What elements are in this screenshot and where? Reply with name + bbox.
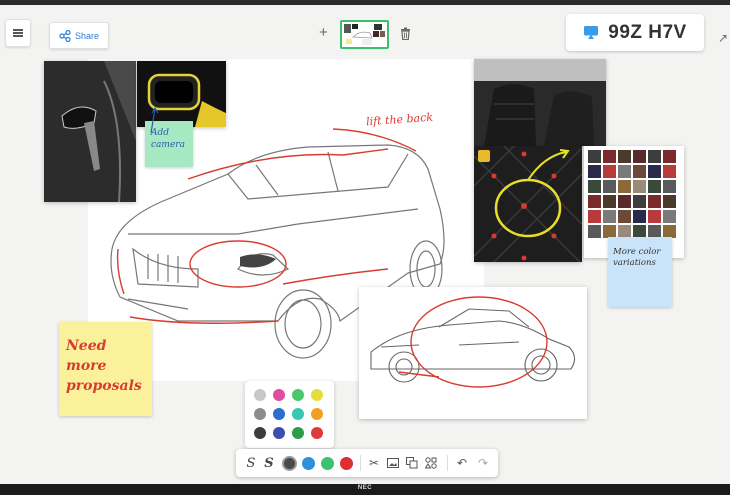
- photo-quilted-leather[interactable]: [474, 146, 582, 262]
- toolbar-divider: [447, 455, 448, 471]
- color-swatch-tile: [603, 165, 616, 178]
- palette-swatch[interactable]: [254, 408, 266, 420]
- color-swatch-tile: [603, 210, 616, 223]
- color-swatch-tile: [648, 195, 661, 208]
- share-icon: [59, 29, 71, 42]
- color-swatch-tile: [633, 150, 646, 163]
- add-page-button[interactable]: +: [319, 24, 328, 41]
- cast-screen-icon: [584, 26, 599, 39]
- color-swatch-tile: [603, 195, 616, 208]
- color-swatch-tile: [663, 195, 676, 208]
- palette-swatch[interactable]: [311, 408, 323, 420]
- color-swatch-tile: [648, 150, 661, 163]
- color-swatch-tile: [663, 180, 676, 193]
- sports-car-sketch[interactable]: [359, 287, 587, 419]
- menu-button[interactable]: [5, 19, 31, 47]
- undo-icon[interactable]: ↶: [455, 455, 469, 471]
- palette-swatch[interactable]: [292, 408, 304, 420]
- hamburger-menu-icon: [13, 29, 23, 37]
- copy-icon[interactable]: [405, 455, 419, 471]
- color-swatch-tile: [588, 195, 601, 208]
- arrow-out-icon[interactable]: ↗: [718, 31, 728, 45]
- brand-logo: NEC: [357, 485, 373, 491]
- color-swatch-tile: [663, 210, 676, 223]
- photo-car-interior[interactable]: [474, 59, 606, 146]
- palette-swatch[interactable]: [292, 389, 304, 401]
- palette-swatch[interactable]: [273, 389, 285, 401]
- palette-swatch[interactable]: [254, 427, 266, 439]
- toolbar-divider: [360, 455, 361, 471]
- color-swatch-tile: [648, 180, 661, 193]
- palette-swatch[interactable]: [273, 408, 285, 420]
- pen-color-red[interactable]: [338, 455, 354, 471]
- color-swatch-tile: [663, 150, 676, 163]
- photo-quilted-leather-image: [474, 146, 582, 262]
- photo-side-mirror-image: [44, 61, 136, 202]
- color-swatch-tile: [588, 180, 601, 193]
- palette-swatch[interactable]: [311, 427, 323, 439]
- highlighter-icon[interactable]: S: [262, 455, 276, 471]
- page-thumbnail-selected[interactable]: [340, 20, 389, 49]
- pen-icon[interactable]: S: [244, 455, 258, 471]
- scissors-icon[interactable]: ✂: [367, 455, 381, 471]
- arrow-connector: [150, 106, 159, 134]
- pen-color-blue[interactable]: [300, 455, 316, 471]
- connection-code-box: 99Z H7V: [566, 14, 704, 51]
- color-swatch-tile: [603, 150, 616, 163]
- color-swatch-tile: [648, 165, 661, 178]
- share-label: Share: [74, 30, 100, 41]
- share-button[interactable]: Share: [49, 22, 109, 49]
- color-swatch-tile: [588, 150, 601, 163]
- note-need-more[interactable]: Need more proposals: [59, 322, 152, 416]
- note-need-more-text: Need more proposals: [66, 338, 142, 394]
- color-swatch-tile: [618, 210, 631, 223]
- image-icon[interactable]: [386, 455, 400, 471]
- connection-code: 99Z H7V: [608, 21, 687, 43]
- shapes-icon[interactable]: [424, 455, 438, 471]
- note-more-color[interactable]: More color variations: [608, 237, 672, 307]
- palette-swatch[interactable]: [254, 389, 266, 401]
- photo-car-interior-image: [474, 59, 606, 146]
- palette-swatch[interactable]: [292, 427, 304, 439]
- color-swatch-tile: [633, 195, 646, 208]
- pen-color-dark[interactable]: [280, 455, 298, 471]
- redo-icon[interactable]: ↷: [476, 455, 490, 471]
- color-swatch-tile: [633, 210, 646, 223]
- color-swatch-tile: [618, 150, 631, 163]
- color-swatch-tile: [648, 210, 661, 223]
- photo-side-mirror[interactable]: [44, 61, 136, 202]
- palette-swatch[interactable]: [273, 427, 285, 439]
- pen-color-green[interactable]: [319, 455, 335, 471]
- color-swatch-tile: [663, 165, 676, 178]
- color-swatch-tile: [603, 180, 616, 193]
- color-swatch-tile: [588, 210, 601, 223]
- drawing-toolbar: S S ✂ ↶ ↷: [236, 449, 498, 477]
- color-swatch-tile: [633, 165, 646, 178]
- color-palette-popup: [245, 381, 334, 448]
- color-swatch-tile: [633, 180, 646, 193]
- whiteboard-canvas[interactable]: Share + 99Z H7V ↗ lift the back Add came…: [0, 5, 730, 484]
- color-swatch-tile: [588, 225, 601, 238]
- palette-swatch[interactable]: [311, 389, 323, 401]
- color-swatch-tile: [618, 165, 631, 178]
- color-swatch-tile: [618, 180, 631, 193]
- sports-car-drawing: [370, 296, 576, 388]
- color-swatch-tile: [588, 165, 601, 178]
- note-more-color-text: More color variations: [613, 247, 661, 268]
- page-thumbnail-preview: [344, 24, 385, 45]
- trash-icon[interactable]: [400, 27, 411, 40]
- color-swatch-tile: [618, 195, 631, 208]
